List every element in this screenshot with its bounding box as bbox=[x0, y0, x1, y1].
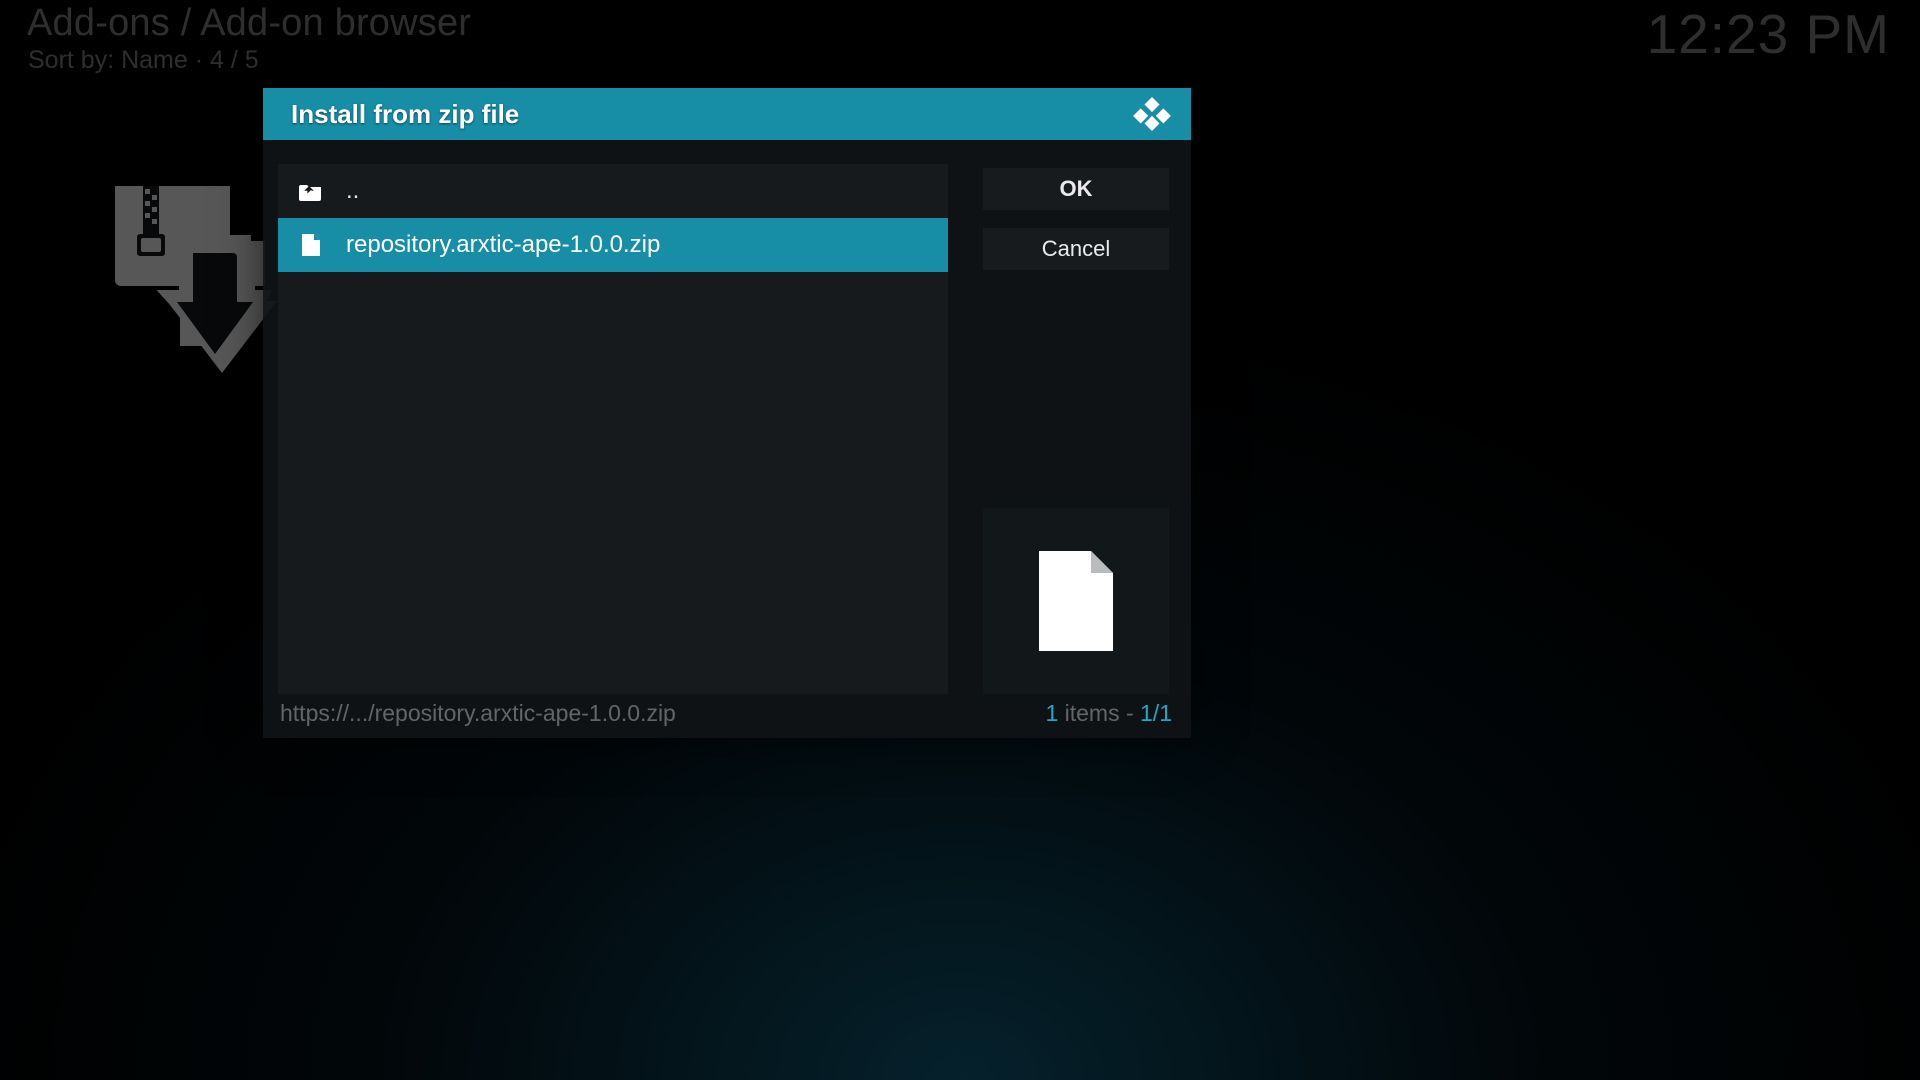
install-from-zip-dialog: Install from zip file .. bbox=[263, 88, 1191, 738]
list-item-label: repository.arxtic-ape-1.0.0.zip bbox=[346, 231, 660, 259]
sort-sep: · bbox=[188, 46, 210, 74]
sort-info: Sort by: Name · 4 / 5 bbox=[28, 46, 259, 75]
cancel-button[interactable]: Cancel bbox=[983, 228, 1169, 270]
ok-button[interactable]: OK bbox=[983, 168, 1169, 210]
footer-count-number: 1 bbox=[1045, 700, 1058, 726]
zip-download-icon bbox=[115, 186, 280, 376]
footer-count-pos: 1/1 bbox=[1140, 700, 1172, 726]
sort-pos: 4 / 5 bbox=[210, 46, 259, 74]
footer-path: https://.../repository.arxtic-ape-1.0.0.… bbox=[280, 700, 676, 727]
breadcrumb: Add-ons / Add-on browser bbox=[27, 2, 471, 45]
clock: 12:23 PM bbox=[1647, 2, 1890, 66]
file-icon bbox=[1039, 551, 1113, 651]
sort-prefix: Sort by: bbox=[28, 46, 121, 74]
list-item-parent-dir[interactable]: .. bbox=[278, 164, 948, 218]
list-item-zip[interactable]: repository.arxtic-ape-1.0.0.zip bbox=[278, 218, 948, 272]
preview-thumbnail bbox=[983, 508, 1169, 694]
footer-count-word: items - bbox=[1058, 700, 1140, 726]
list-item-label: .. bbox=[346, 177, 359, 205]
folder-up-icon bbox=[296, 181, 326, 201]
footer-count: 1 items - 1/1 bbox=[1045, 700, 1172, 727]
dialog-title-bar: Install from zip file bbox=[263, 88, 1191, 140]
sort-value: Name bbox=[121, 46, 188, 74]
file-list: .. repository.arxtic-ape-1.0.0.zip bbox=[278, 164, 948, 694]
kodi-logo-icon bbox=[1133, 97, 1171, 131]
file-icon bbox=[296, 234, 326, 256]
dialog-title: Install from zip file bbox=[291, 99, 519, 130]
